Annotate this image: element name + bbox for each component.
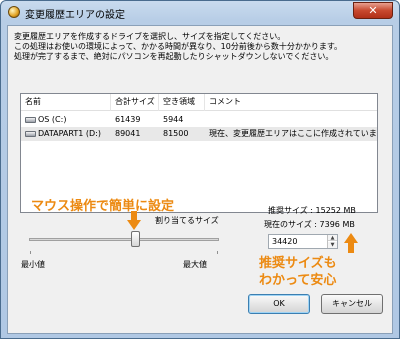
drive-total: 61439 bbox=[115, 115, 141, 124]
slider-tick bbox=[217, 251, 218, 254]
app-icon bbox=[8, 6, 20, 18]
arrow-up-icon bbox=[344, 233, 358, 253]
drive-name: DATAPART1 (D:) bbox=[38, 129, 101, 138]
column-total-size[interactable]: 合計サイズ bbox=[111, 94, 159, 111]
arrow-down-icon bbox=[127, 211, 141, 230]
drive-name: OS (C:) bbox=[38, 115, 67, 124]
spin-up-icon[interactable]: ▲ bbox=[328, 235, 337, 241]
size-slider-thumb[interactable] bbox=[131, 231, 140, 247]
recommended-callout: 推奨サイズも わかって安心 bbox=[259, 255, 337, 289]
size-slider-track[interactable] bbox=[29, 238, 219, 241]
mouse-callout: マウス操作で簡単に設定 bbox=[31, 199, 175, 214]
column-free-space[interactable]: 空き領域 bbox=[159, 94, 205, 111]
dialog-window: 変更履歴エリアの設定 ✕ 変更履歴エリアを作成するドライブを選択し、サイズを指定… bbox=[0, 0, 400, 339]
recommended-callout-line2: わかって安心 bbox=[259, 273, 337, 288]
list-header: 名前 合計サイズ 空き領域 コメント bbox=[21, 94, 377, 111]
slider-min-label: 最小値 bbox=[21, 260, 45, 269]
description-line: 変更履歴エリアを作成するドライブを選択し、サイズを指定してください。 bbox=[14, 32, 286, 41]
drive-free: 81500 bbox=[163, 129, 189, 138]
drive-icon bbox=[25, 116, 36, 123]
list-item[interactable]: OS (C:) 61439 5944 bbox=[21, 113, 377, 127]
description-line: この処理はお使いの環境によって、かかる時間が異なり、10分前後から数十分かかりま… bbox=[14, 42, 343, 51]
current-size: 現在のサイズ : 7396 MB bbox=[264, 220, 355, 229]
spin-down-icon[interactable]: ▼ bbox=[328, 242, 337, 248]
title-bar: 変更履歴エリアの設定 ✕ bbox=[1, 1, 399, 23]
size-spinbox[interactable]: 34420 ▲ ▼ bbox=[268, 234, 338, 249]
drive-free: 5944 bbox=[163, 115, 184, 124]
recommended-size: 推奨サイズ : 15252 MB bbox=[268, 206, 356, 215]
column-name[interactable]: 名前 bbox=[21, 94, 111, 111]
slider-label: 割り当てるサイズ bbox=[155, 216, 219, 225]
cancel-button[interactable]: キャンセル bbox=[321, 294, 383, 314]
list-item-selected[interactable]: DATAPART1 (D:) 89041 81500 現在、変更履歴エリアはここ… bbox=[21, 127, 377, 141]
drive-icon bbox=[25, 130, 36, 137]
column-comment[interactable]: コメント bbox=[205, 94, 377, 111]
recommended-callout-line1: 推奨サイズも bbox=[259, 256, 337, 271]
slider-max-label: 最大値 bbox=[183, 260, 207, 269]
description: 変更履歴エリアを作成するドライブを選択し、サイズを指定してください。 この処理は… bbox=[14, 32, 388, 62]
drive-total: 89041 bbox=[115, 129, 141, 138]
close-button[interactable]: ✕ bbox=[353, 2, 393, 19]
spin-value[interactable]: 34420 bbox=[272, 235, 297, 248]
ok-button[interactable]: OK bbox=[248, 294, 310, 314]
window-title: 変更履歴エリアの設定 bbox=[25, 10, 125, 21]
slider-tick bbox=[30, 251, 31, 254]
description-line: 処理が完了するまで、絶対にパソコンを再起動したりシャットダウンしないでください。 bbox=[14, 52, 334, 61]
drive-comment bbox=[205, 113, 377, 127]
drive-comment: 現在、変更履歴エリアはここに作成されています。 bbox=[209, 129, 377, 138]
